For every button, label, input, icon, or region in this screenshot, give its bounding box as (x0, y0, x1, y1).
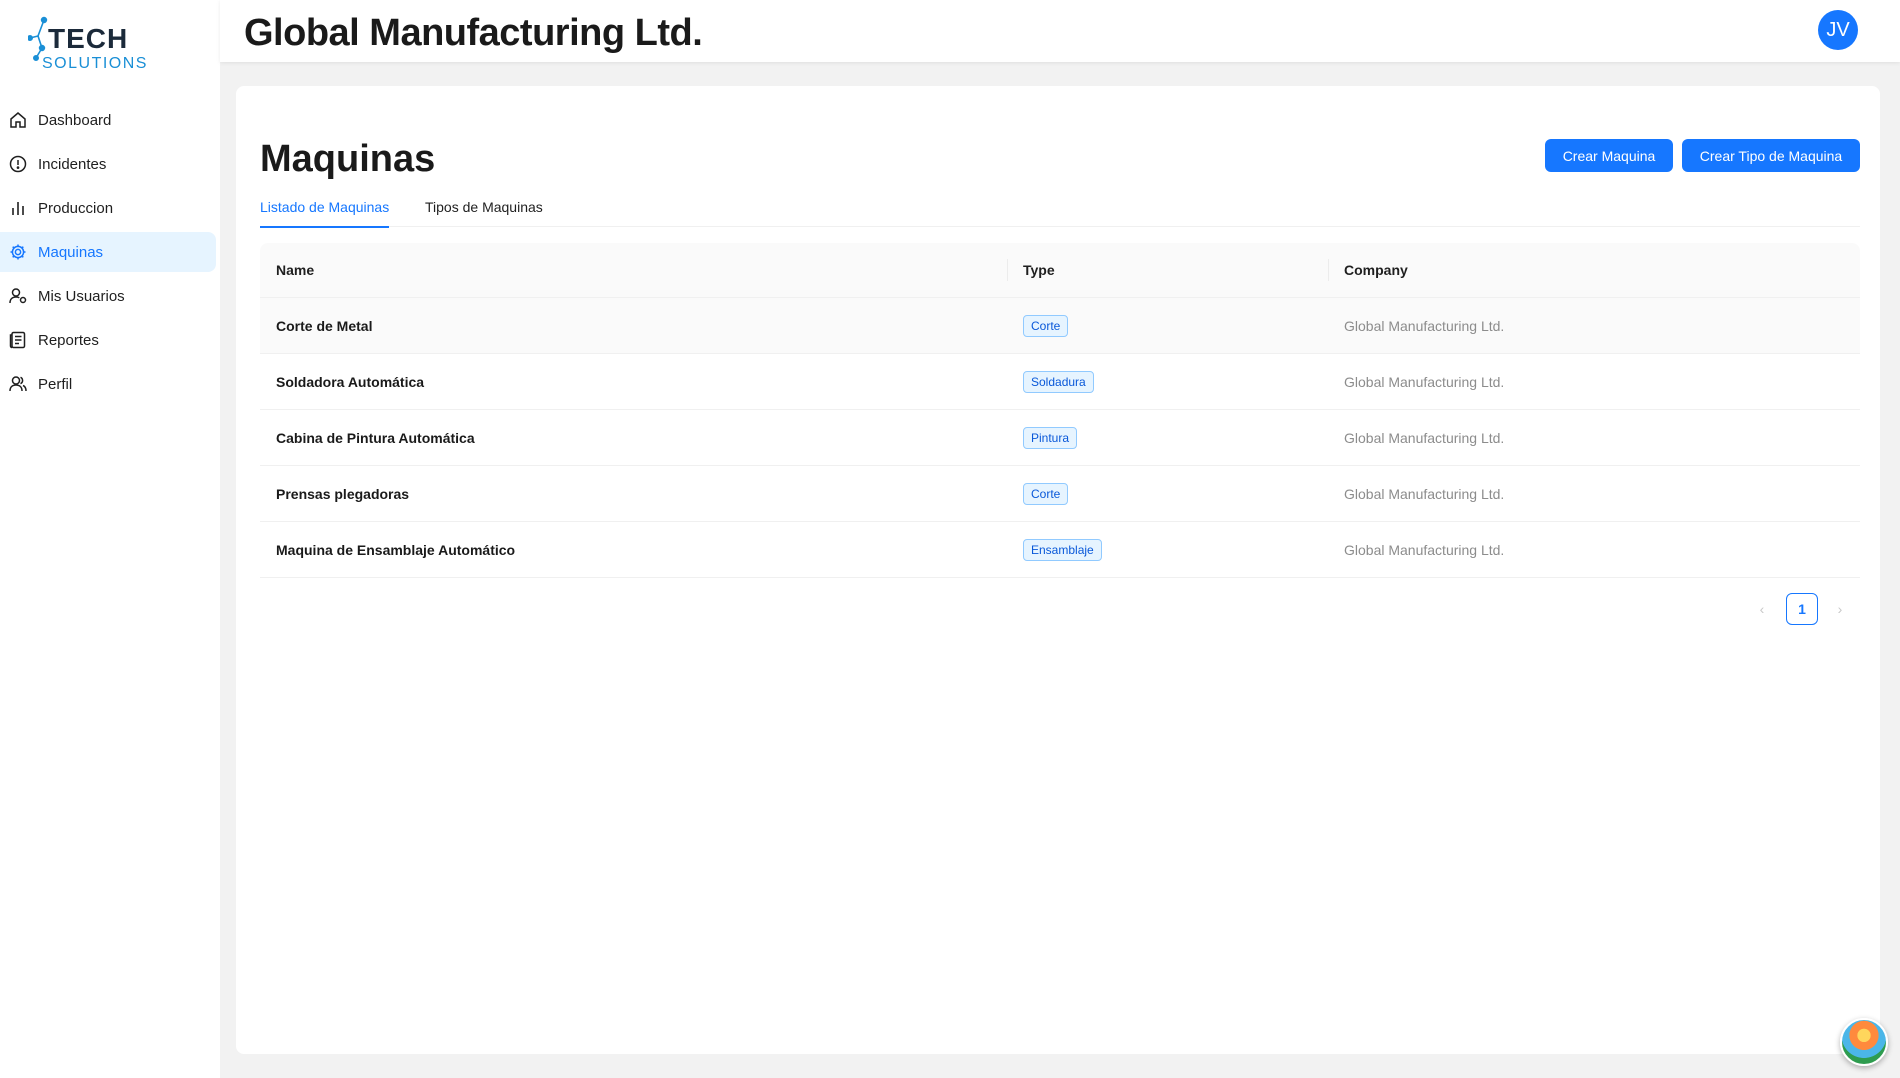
type-tag: Pintura (1023, 426, 1078, 449)
user-avatar[interactable]: JV (1818, 10, 1858, 50)
sidebar-item-label: Dashboard (38, 111, 112, 129)
pagination-next-button[interactable]: › (1824, 593, 1856, 625)
type-tag: Corte (1023, 482, 1069, 505)
type-tag: Corte (1023, 314, 1069, 337)
sidebar-item-perfil[interactable]: Perfil (0, 364, 216, 404)
column-header-type[interactable]: Type (1007, 243, 1328, 297)
sidebar-item-incidentes[interactable]: Incidentes (0, 144, 216, 184)
tech-solutions-logo[interactable]: TECH SOLUTIONS (28, 16, 168, 76)
bar-chart-icon (9, 199, 27, 217)
sidebar-item-reportes[interactable]: Reportes (0, 320, 216, 360)
sidebar-item-label: Perfil (38, 375, 73, 393)
sidebar-item-dashboard[interactable]: Dashboard (0, 100, 216, 140)
home-icon (9, 111, 27, 129)
report-icon (9, 331, 27, 349)
alert-circle-icon (9, 155, 27, 173)
floating-assistant-icon[interactable] (1840, 1018, 1888, 1066)
pagination: ‹ 1 › (1746, 593, 1856, 625)
sidebar-item-maquinas[interactable]: Maquinas (0, 232, 216, 272)
company-name: Global Manufacturing Ltd. (1344, 485, 1505, 502)
type-tag: Soldadura (1023, 370, 1094, 393)
sidebar-item-label: Reportes (38, 331, 99, 349)
sidebar-item-label: Incidentes (38, 155, 107, 173)
sidebar-item-produccion[interactable]: Produccion (0, 188, 216, 228)
create-machine-button[interactable]: Crear Maquina (1545, 139, 1673, 172)
machine-name: Corte de Metal (276, 317, 373, 334)
sidebar-nav: Dashboard Incidentes Produccion Maquinas… (0, 100, 220, 408)
content-card: Maquinas Crear Maquina Crear Tipo de Maq… (236, 86, 1880, 1054)
pagination-page-1[interactable]: 1 (1786, 593, 1818, 625)
company-name: Global Manufacturing Ltd. (1344, 317, 1505, 334)
column-header-name[interactable]: Name (260, 243, 1007, 297)
machines-table: Name Type Company Corte de Metal Corte G… (260, 243, 1860, 578)
top-header: Global Manufacturing Ltd. JV (220, 0, 1900, 62)
sidebar: TECH SOLUTIONS Dashboard Incidentes Prod… (0, 0, 220, 1078)
sidebar-item-mis-usuarios[interactable]: Mis Usuarios (0, 276, 216, 316)
create-machine-type-button[interactable]: Crear Tipo de Maquina (1682, 139, 1860, 172)
table-row[interactable]: Cabina de Pintura Automática Pintura Glo… (260, 410, 1860, 466)
sidebar-item-label: Mis Usuarios (38, 287, 125, 305)
table-header: Name Type Company (260, 243, 1860, 298)
machine-name: Cabina de Pintura Automática (276, 429, 475, 446)
company-title: Global Manufacturing Ltd. (244, 12, 703, 54)
tab-tipos-de-maquinas[interactable]: Tipos de Maquinas (425, 186, 543, 227)
type-cell: Ensamblaje (1007, 522, 1328, 577)
user-settings-icon (9, 287, 27, 305)
table-row[interactable]: Maquina de Ensamblaje Automático Ensambl… (260, 522, 1860, 578)
svg-text:SOLUTIONS: SOLUTIONS (42, 55, 148, 72)
type-cell: Corte (1007, 298, 1328, 353)
sidebar-item-label: Produccion (38, 199, 114, 217)
machine-name: Soldadora Automática (276, 373, 425, 390)
machine-name: Prensas plegadoras (276, 485, 410, 502)
company-name: Global Manufacturing Ltd. (1344, 373, 1505, 390)
svg-text:TECH: TECH (48, 23, 128, 54)
type-tag: Ensamblaje (1023, 538, 1102, 561)
company-name: Global Manufacturing Ltd. (1344, 429, 1505, 446)
table-row[interactable]: Prensas plegadoras Corte Global Manufact… (260, 466, 1860, 522)
tabs: Listado de Maquinas Tipos de Maquinas (260, 186, 1860, 228)
column-header-company[interactable]: Company (1328, 243, 1860, 297)
sidebar-item-label: Maquinas (38, 243, 104, 261)
table-row[interactable]: Soldadora Automática Soldadura Global Ma… (260, 354, 1860, 410)
type-cell: Corte (1007, 466, 1328, 521)
page-title: Maquinas (260, 138, 436, 180)
users-icon (9, 375, 27, 393)
company-name: Global Manufacturing Ltd. (1344, 541, 1505, 558)
type-cell: Pintura (1007, 410, 1328, 465)
gear-icon (9, 243, 27, 261)
machine-name: Maquina de Ensamblaje Automático (276, 541, 516, 558)
pagination-prev-button[interactable]: ‹ (1746, 593, 1778, 625)
type-cell: Soldadura (1007, 354, 1328, 409)
tab-listado-de-maquinas[interactable]: Listado de Maquinas (260, 186, 390, 228)
table-row[interactable]: Corte de Metal Corte Global Manufacturin… (260, 298, 1860, 354)
